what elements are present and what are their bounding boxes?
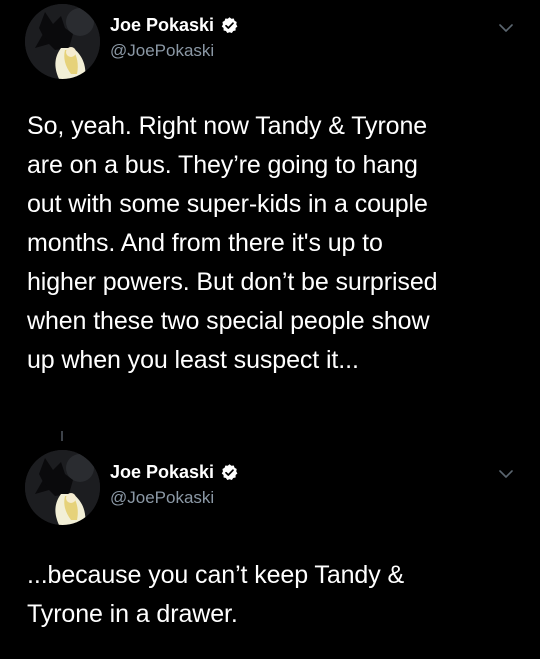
display-name-text[interactable]: Joe Pokaski [110, 15, 214, 36]
tweet-text: So, yeah. Right now Tandy & Tyrone are o… [27, 112, 438, 374]
display-name[interactable]: Joe Pokaski [110, 462, 239, 483]
display-name[interactable]: Joe Pokaski [110, 15, 239, 36]
tweet[interactable]: Joe Pokaski @JoePokaski ...because you c… [0, 420, 540, 659]
chevron-down-icon[interactable] [496, 18, 516, 38]
avatar[interactable] [25, 450, 100, 525]
user-handle[interactable]: @JoePokaski [110, 488, 214, 508]
tweet[interactable]: Joe Pokaski @JoePokaski So, yeah. Right … [0, 0, 540, 420]
display-name-text[interactable]: Joe Pokaski [110, 462, 214, 483]
avatar-illustration-icon [25, 450, 100, 525]
user-handle[interactable]: @JoePokaski [110, 41, 214, 61]
avatar-illustration-icon [25, 4, 100, 79]
chevron-down-icon[interactable] [496, 464, 516, 484]
verified-badge-icon [220, 16, 239, 35]
verified-badge-icon [220, 463, 239, 482]
tweet-text: ...because you can’t keep Tandy & Tyrone… [27, 561, 405, 628]
avatar[interactable] [25, 4, 100, 79]
